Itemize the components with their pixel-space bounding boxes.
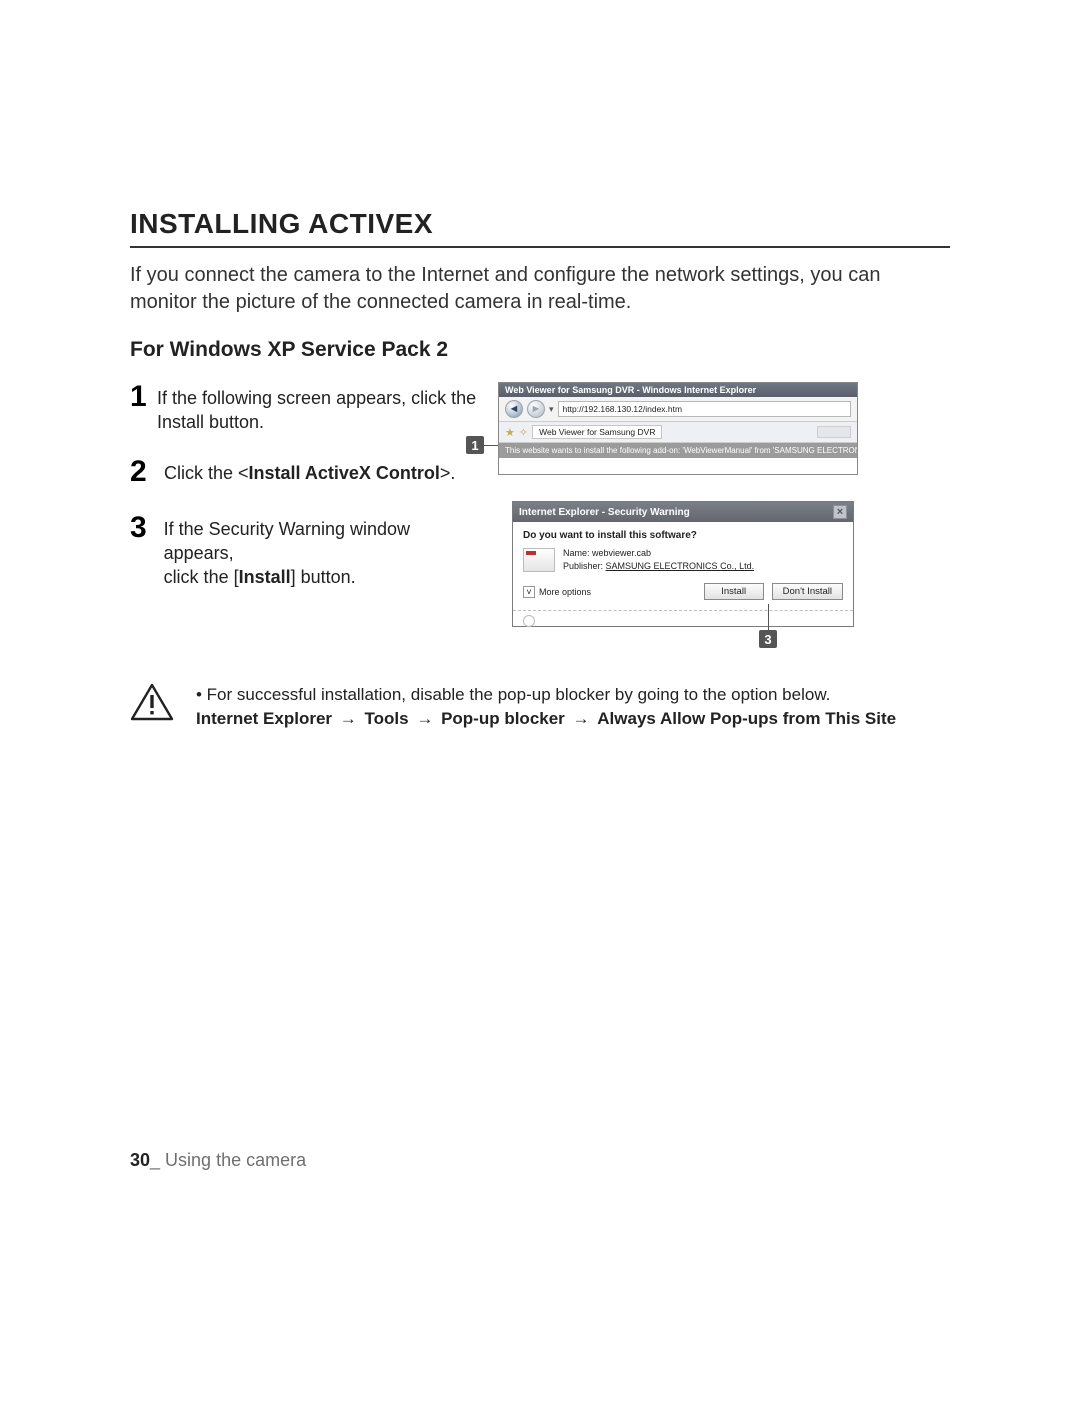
steps-column: 1 If the following screen appears, click… [130,382,480,611]
callout-1-badge: 1 [466,436,484,454]
close-icon[interactable]: × [833,505,847,519]
subheading: For Windows XP Service Pack 2 [130,338,950,362]
security-footer [513,610,853,626]
security-title-text: Internet Explorer - Security Warning [519,507,690,518]
add-favorite-icon[interactable]: ✧ [519,426,528,439]
ie-nav-row: ◄ ► ▾ http://192.168.130.12/index.htm [499,397,857,422]
software-meta: Name: webviewer.cab Publisher: SAMSUNG E… [563,547,754,573]
security-question: Do you want to install this software? [523,530,843,541]
step-text: Click the <Install ActiveX Control>. [164,457,455,485]
name-value: webviewer.cab [592,548,651,558]
step2-post: >. [440,463,456,483]
step-text: If the Security Warning window appears, … [164,513,480,590]
browser-tab[interactable]: Web Viewer for Samsung DVR [532,425,662,439]
intro-text: If you connect the camera to the Interne… [130,262,950,316]
step-number: 2 [130,457,158,487]
ie-tab-row: ★ ✧ Web Viewer for Samsung DVR [499,422,857,443]
step3-line2c: ] button. [291,567,356,587]
step2-pre: Click the < [164,463,249,483]
step3-line2a: click the [ [164,567,239,587]
footer-section: Using the camera [160,1150,306,1170]
step-number: 1 [130,382,151,412]
screenshots-column: 1 Web Viewer for Samsung DVR - Windows I… [498,382,898,627]
path-part-2: Pop-up blocker [441,709,565,728]
security-titlebar: Internet Explorer - Security Warning × [513,502,853,522]
ie-titlebar: Web Viewer for Samsung DVR - Windows Int… [499,383,857,397]
step2-bold: Install ActiveX Control [249,463,440,483]
section-title: INSTALLING ACTIVEX [130,208,950,248]
toolbar-stub [817,426,851,438]
favorites-icon[interactable]: ★ [505,426,515,439]
tab-label: Web Viewer for Samsung DVR [539,427,655,437]
callout-3-line [768,604,769,630]
ie-window: Web Viewer for Samsung DVR - Windows Int… [498,382,858,475]
step3-line1: If the Security Warning window appears, [164,519,410,563]
more-options-label: More options [539,587,591,597]
path-part-0: Internet Explorer [196,709,332,728]
step-2: 2 Click the <Install ActiveX Control>. [130,457,480,487]
path-part-3: Always Allow Pop-ups from This Site [597,709,896,728]
forward-button[interactable]: ► [527,400,545,418]
page-footer: 30_ Using the camera [130,1150,306,1171]
address-bar[interactable]: http://192.168.130.12/index.htm [558,401,851,417]
software-icon [523,548,555,572]
warning-note: • For successful installation, disable t… [130,683,950,731]
arrow-icon: → [337,709,360,728]
publisher-label: Publisher: [563,561,603,571]
back-button[interactable]: ◄ [505,400,523,418]
dont-install-button[interactable]: Don't Install [772,583,843,600]
ie-body [499,458,857,474]
step-3: 3 If the Security Warning window appears… [130,513,480,590]
security-warning-dialog: Internet Explorer - Security Warning × D… [512,501,854,627]
activex-infobar[interactable]: This website wants to install the follow… [499,443,857,458]
path-part-1: Tools [365,709,409,728]
warning-icon [130,683,174,721]
url-text: http://192.168.130.12/index.htm [563,404,683,414]
step-1: 1 If the following screen appears, click… [130,382,480,435]
chevron-down-icon: ˅ [523,586,535,598]
arrow-icon: → [413,709,436,728]
callout-3-badge: 3 [759,630,777,648]
page-number: 30 [130,1150,150,1170]
install-button[interactable]: Install [704,583,764,600]
step-number: 3 [130,513,158,543]
name-label: Name: [563,548,590,558]
more-options-toggle[interactable]: ˅ More options [523,586,591,598]
arrow-icon: → [570,709,593,728]
publisher-value: SAMSUNG ELECTRONICS Co., Ltd. [606,561,755,571]
step3-bold: Install [239,567,291,587]
footer-sep: _ [150,1150,160,1170]
warning-bullet-1: • For successful installation, disable t… [196,683,896,707]
step-text: If the following screen appears, click t… [157,382,480,435]
